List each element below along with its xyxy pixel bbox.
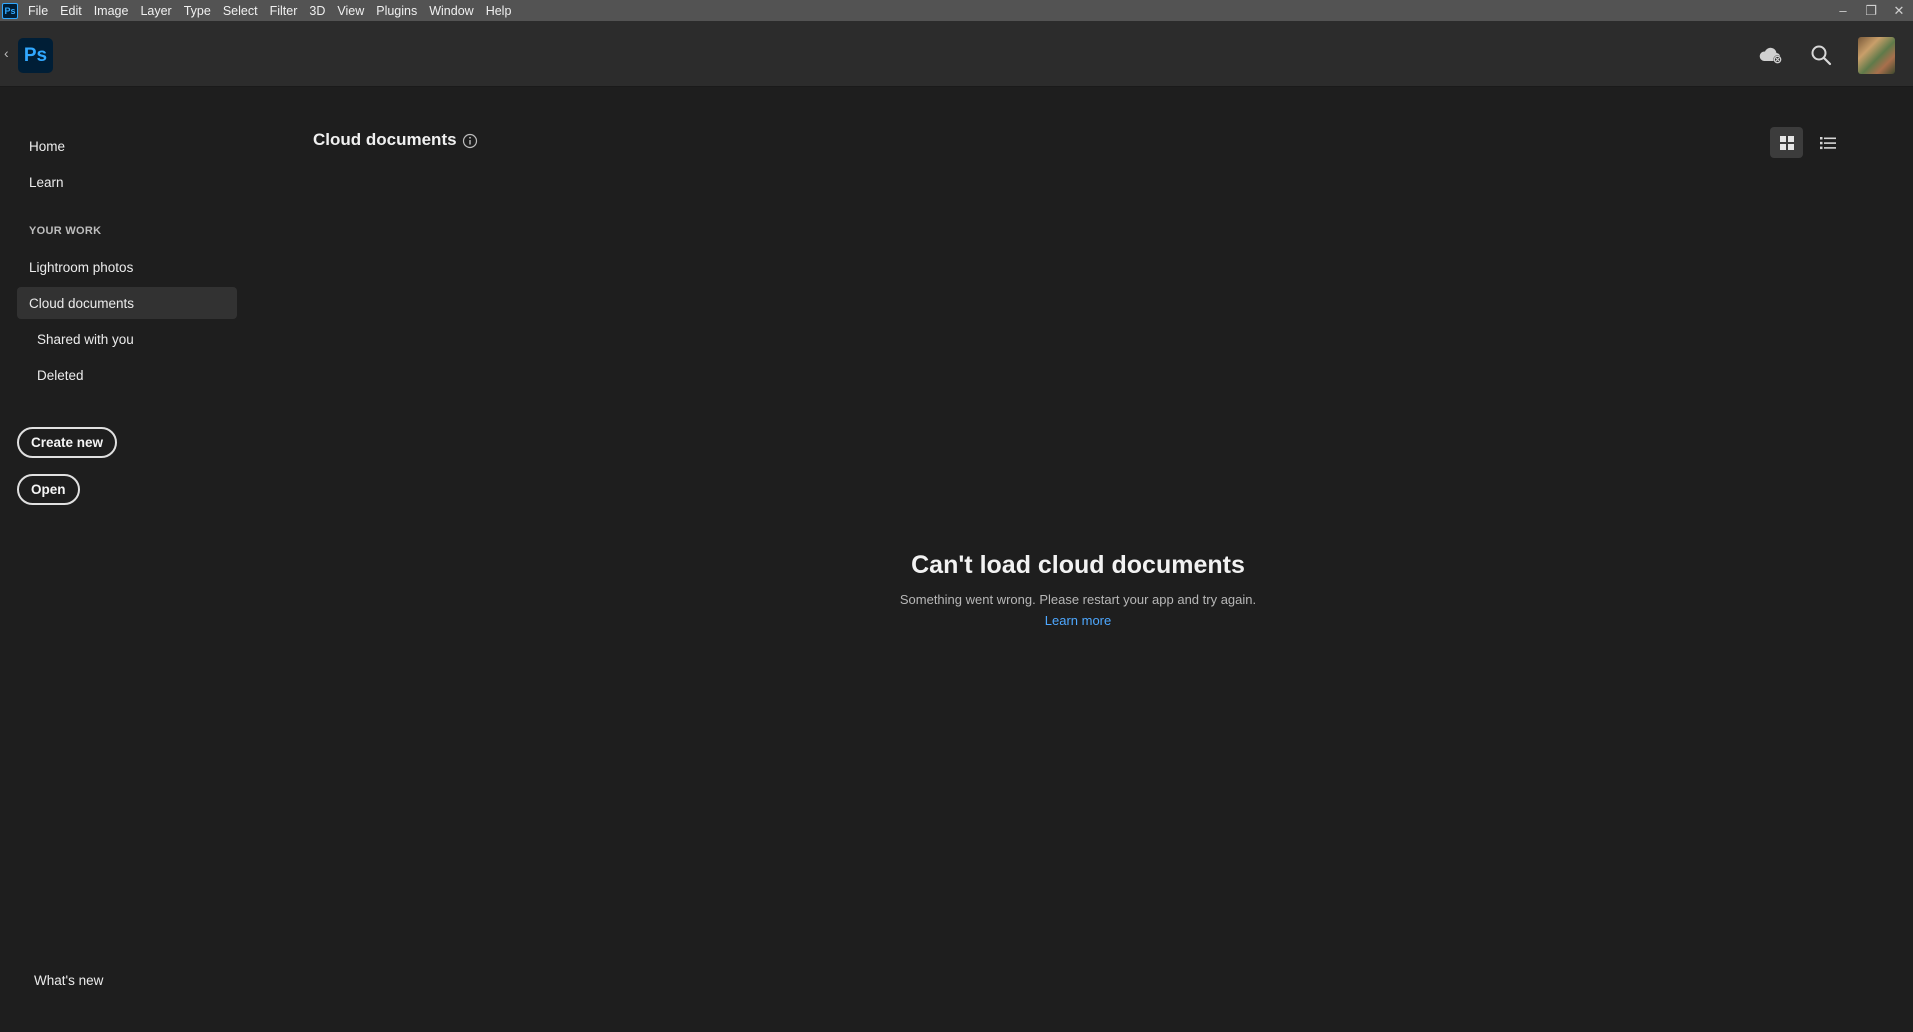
- empty-state-message: Something went wrong. Please restart you…: [899, 592, 1257, 607]
- back-chevron-icon[interactable]: ‹: [4, 45, 9, 61]
- sidebar-item-home[interactable]: Home: [29, 139, 65, 154]
- grid-view-icon: [1779, 135, 1794, 150]
- list-view-button[interactable]: [1811, 127, 1844, 158]
- open-button[interactable]: Open: [17, 474, 80, 505]
- close-button[interactable]: ✕: [1885, 3, 1913, 19]
- photoshop-app-icon[interactable]: Ps: [2, 2, 18, 19]
- menu-filter[interactable]: Filter: [270, 4, 298, 18]
- restore-button[interactable]: ❐: [1857, 3, 1885, 19]
- menu-layer[interactable]: Layer: [140, 4, 171, 18]
- menu-select[interactable]: Select: [223, 4, 258, 18]
- section-label-your-work: YOUR WORK: [29, 225, 102, 237]
- menu-image[interactable]: Image: [94, 4, 129, 18]
- sidebar-item-deleted[interactable]: Deleted: [37, 368, 84, 383]
- learn-more-link[interactable]: Learn more: [700, 613, 1456, 628]
- menu-view[interactable]: View: [337, 4, 364, 18]
- app-header: ‹ Ps: [0, 21, 1913, 87]
- menu-edit[interactable]: Edit: [60, 4, 82, 18]
- user-avatar[interactable]: [1858, 37, 1895, 74]
- create-new-button[interactable]: Create new: [17, 427, 118, 458]
- page-title: Cloud documents: [313, 130, 457, 149]
- menu-window[interactable]: Window: [429, 4, 473, 18]
- photoshop-logo[interactable]: Ps: [18, 38, 53, 73]
- menu-bar: Ps File Edit Image Layer Type Select Fil…: [0, 0, 1913, 21]
- search-icon[interactable]: [1808, 42, 1834, 68]
- menu-help[interactable]: Help: [486, 4, 512, 18]
- sidebar-item-learn[interactable]: Learn: [29, 175, 64, 190]
- window-controls: – ❐ ✕: [1829, 0, 1913, 21]
- minimize-button[interactable]: –: [1829, 3, 1857, 18]
- whats-new-link[interactable]: What's new: [34, 973, 103, 988]
- menu-type[interactable]: Type: [184, 4, 211, 18]
- sidebar-item-shared-with-you[interactable]: Shared with you: [37, 332, 134, 347]
- list-view-icon: [1819, 136, 1836, 149]
- cloud-sync-icon[interactable]: [1758, 42, 1784, 68]
- sidebar-item-cloud-documents[interactable]: Cloud documents: [29, 296, 134, 311]
- empty-state-title: Can't load cloud documents: [911, 551, 1245, 579]
- info-icon[interactable]: [462, 133, 478, 154]
- menu-3d[interactable]: 3D: [309, 4, 325, 18]
- grid-view-button[interactable]: [1770, 127, 1803, 158]
- menu-plugins[interactable]: Plugins: [376, 4, 417, 18]
- sidebar-item-lightroom-photos[interactable]: Lightroom photos: [29, 260, 133, 275]
- menu-file[interactable]: File: [28, 4, 48, 18]
